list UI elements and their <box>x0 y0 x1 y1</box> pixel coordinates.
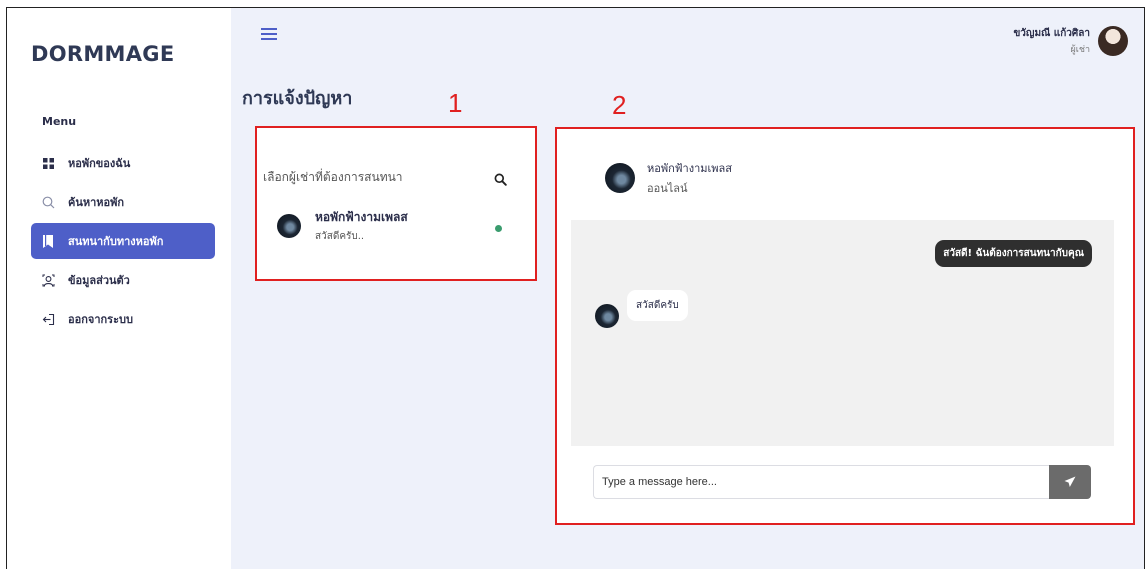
sidebar-item-label: ข้อมูลส่วนตัว <box>68 274 130 287</box>
incoming-message-bubble: สวัสดีครับ <box>627 290 688 321</box>
annotation-number-2: 2 <box>612 90 627 120</box>
online-status-dot <box>495 225 502 232</box>
sidebar-item-label: ค้นหาหอพัก <box>68 196 125 209</box>
contact-item[interactable]: หอพักฟ้างามเพลส สวัสดีครับ.. <box>277 208 502 244</box>
contact-search-label: เลือกผู้เช่าที่ต้องการสนทนา <box>263 170 403 184</box>
send-icon <box>1064 476 1076 487</box>
chat-panel: หอพักฟ้างามเพลส ออนไลน์ สวัสดี! ฉันต้องก… <box>555 127 1135 525</box>
grid-icon <box>41 156 55 170</box>
user-role: ผู้เช่า <box>1070 45 1090 55</box>
contact-last-message: สวัสดีครับ.. <box>315 231 365 242</box>
sidebar-item-logout[interactable]: ออกจากระบบ <box>31 301 215 337</box>
contact-name: หอพักฟ้างามเพลส <box>315 210 408 224</box>
message-input[interactable] <box>593 465 1049 499</box>
chat-contact-name: หอพักฟ้างามเพลส <box>647 162 732 175</box>
sidebar: DORMMAGE Menu หอพักของฉัน ค้นหาหอพัก สนท… <box>7 8 231 569</box>
sidebar-item-profile[interactable]: ข้อมูลส่วนตัว <box>31 262 215 298</box>
message-composer <box>593 465 1091 499</box>
sidebar-item-search-dorm[interactable]: ค้นหาหอพัก <box>31 184 215 220</box>
contact-list-panel: เลือกผู้เช่าที่ต้องการสนทนา หอพักฟ้างามเ… <box>255 126 537 281</box>
avatar <box>277 214 301 238</box>
incoming-message: สวัสดีครับ <box>595 290 688 328</box>
outgoing-message: สวัสดี! ฉันต้องการสนทนากับคุณ <box>935 240 1092 267</box>
logout-icon <box>41 312 55 326</box>
menu-title: Menu <box>42 115 77 128</box>
sidebar-item-chat[interactable]: สนทนากับทางหอพัก <box>31 223 215 259</box>
user-profile[interactable]: ขวัญมณี แก้วศิลา ผู้เช่า <box>1013 26 1128 56</box>
user-icon <box>41 273 55 287</box>
contact-search-row: เลือกผู้เช่าที่ต้องการสนทนา <box>263 168 508 187</box>
sidebar-item-label: ออกจากระบบ <box>68 313 133 326</box>
avatar[interactable] <box>1098 26 1128 56</box>
avatar <box>605 163 635 193</box>
sidebar-item-label: สนทนากับทางหอพัก <box>68 235 164 248</box>
chat-contact-status: ออนไลน์ <box>647 182 688 195</box>
app-logo[interactable]: DORMMAGE <box>31 42 174 66</box>
annotation-number-1: 1 <box>448 88 463 118</box>
avatar <box>595 304 619 328</box>
main-content: ขวัญมณี แก้วศิลา ผู้เช่า การแจ้งปัญหา 1 … <box>231 8 1144 569</box>
chat-header: หอพักฟ้างามเพลส ออนไลน์ <box>605 159 732 197</box>
message-area[interactable]: สวัสดี! ฉันต้องการสนทนากับคุณ สวัสดีครับ <box>571 220 1114 446</box>
search-icon <box>41 195 55 209</box>
send-button[interactable] <box>1049 465 1091 499</box>
user-name: ขวัญมณี แก้วศิลา <box>1013 28 1090 39</box>
sidebar-nav: หอพักของฉัน ค้นหาหอพัก สนทนากับทางหอพัก … <box>31 145 215 340</box>
sidebar-item-my-dorm[interactable]: หอพักของฉัน <box>31 145 215 181</box>
bookmark-icon <box>41 234 55 248</box>
hamburger-menu-icon[interactable] <box>261 28 277 40</box>
search-icon[interactable] <box>494 171 508 186</box>
page-title: การแจ้งปัญหา <box>242 88 353 109</box>
sidebar-item-label: หอพักของฉัน <box>68 157 131 170</box>
